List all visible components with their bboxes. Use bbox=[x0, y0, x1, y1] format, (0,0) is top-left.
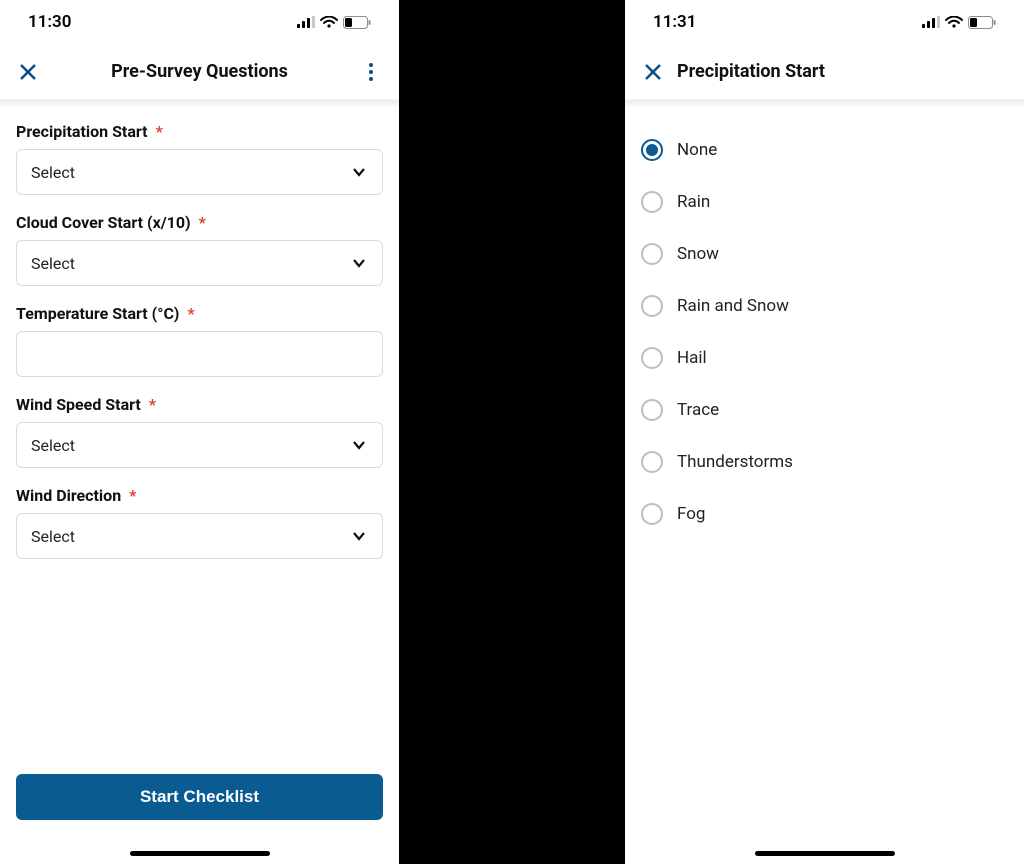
close-icon bbox=[19, 63, 37, 81]
wifi-icon bbox=[320, 16, 338, 28]
radio-icon bbox=[641, 503, 663, 525]
select-value: Select bbox=[31, 254, 75, 273]
radio-icon bbox=[641, 399, 663, 421]
chevron-down-icon bbox=[350, 436, 368, 454]
select-value: Select bbox=[31, 163, 75, 182]
option-label: Thunderstorms bbox=[677, 452, 793, 472]
battery-icon: 32 bbox=[343, 16, 371, 29]
page-title: Precipitation Start bbox=[677, 61, 825, 82]
chevron-down-icon bbox=[350, 254, 368, 272]
option-label: None bbox=[677, 140, 717, 160]
select-value: Select bbox=[31, 436, 75, 455]
precipitation-options-list: None Rain Snow Rain and Snow Hail Trace … bbox=[625, 108, 1024, 556]
option-label: Trace bbox=[677, 400, 719, 420]
option-trace[interactable]: Trace bbox=[641, 384, 1008, 436]
field-precipitation-start: Precipitation Start * Select bbox=[16, 122, 383, 195]
label-text: Wind Speed Start bbox=[16, 395, 141, 414]
radio-icon bbox=[641, 295, 663, 317]
cellular-icon bbox=[922, 16, 940, 28]
option-rain[interactable]: Rain bbox=[641, 176, 1008, 228]
svg-text:32: 32 bbox=[353, 18, 363, 27]
close-button[interactable] bbox=[14, 58, 42, 86]
field-label: Temperature Start (°C) * bbox=[16, 304, 383, 323]
status-time: 11:30 bbox=[28, 12, 71, 32]
option-fog[interactable]: Fog bbox=[641, 488, 1008, 540]
screen-header: Precipitation Start bbox=[625, 44, 1024, 100]
close-button[interactable] bbox=[639, 58, 667, 86]
option-rain-and-snow[interactable]: Rain and Snow bbox=[641, 280, 1008, 332]
field-wind-direction: Wind Direction * Select bbox=[16, 486, 383, 559]
radio-icon bbox=[641, 243, 663, 265]
form-area: Precipitation Start * Select Cloud Cover… bbox=[0, 108, 399, 864]
required-mark: * bbox=[156, 122, 163, 141]
overflow-menu-icon bbox=[369, 63, 373, 81]
label-text: Precipitation Start bbox=[16, 122, 148, 141]
field-label: Wind Speed Start * bbox=[16, 395, 383, 414]
start-checklist-button[interactable]: Start Checklist bbox=[16, 774, 383, 820]
radio-icon bbox=[641, 191, 663, 213]
option-thunderstorms[interactable]: Thunderstorms bbox=[641, 436, 1008, 488]
temperature-start-input[interactable] bbox=[16, 331, 383, 377]
option-label: Fog bbox=[677, 504, 705, 524]
cloud-cover-start-select[interactable]: Select bbox=[16, 240, 383, 286]
required-mark: * bbox=[149, 395, 156, 414]
field-temperature-start: Temperature Start (°C) * bbox=[16, 304, 383, 377]
screen-header: Pre-Survey Questions bbox=[0, 44, 399, 100]
home-indicator bbox=[130, 851, 270, 856]
select-value: Select bbox=[31, 527, 75, 546]
option-hail[interactable]: Hail bbox=[641, 332, 1008, 384]
chevron-down-icon bbox=[350, 163, 368, 181]
status-time: 11:31 bbox=[653, 12, 696, 32]
label-text: Cloud Cover Start (x/10) bbox=[16, 213, 191, 232]
label-text: Wind Direction bbox=[16, 486, 121, 505]
status-icons: 32 bbox=[297, 16, 371, 29]
close-icon bbox=[644, 63, 662, 81]
header-shadow bbox=[625, 100, 1024, 108]
option-snow[interactable]: Snow bbox=[641, 228, 1008, 280]
cellular-icon bbox=[297, 16, 315, 28]
required-mark: * bbox=[129, 486, 136, 505]
option-label: Snow bbox=[677, 244, 719, 264]
status-icons: 32 bbox=[922, 16, 996, 29]
required-mark: * bbox=[187, 304, 194, 323]
status-bar: 11:30 32 bbox=[0, 0, 399, 44]
field-label: Precipitation Start * bbox=[16, 122, 383, 141]
wind-direction-select[interactable]: Select bbox=[16, 513, 383, 559]
battery-icon: 32 bbox=[968, 16, 996, 29]
option-label: Rain bbox=[677, 192, 710, 212]
wifi-icon bbox=[945, 16, 963, 28]
required-mark: * bbox=[199, 213, 206, 232]
wind-speed-start-select[interactable]: Select bbox=[16, 422, 383, 468]
option-label: Hail bbox=[677, 348, 707, 368]
status-bar: 11:31 32 bbox=[625, 0, 1024, 44]
option-label: Rain and Snow bbox=[677, 296, 789, 316]
overflow-menu-button[interactable] bbox=[357, 58, 385, 86]
precipitation-start-select[interactable]: Select bbox=[16, 149, 383, 195]
radio-icon bbox=[641, 139, 663, 161]
label-text: Temperature Start (°C) bbox=[16, 304, 179, 323]
page-title: Pre-Survey Questions bbox=[42, 61, 357, 82]
field-label: Wind Direction * bbox=[16, 486, 383, 505]
radio-icon bbox=[641, 347, 663, 369]
chevron-down-icon bbox=[350, 527, 368, 545]
radio-icon bbox=[641, 451, 663, 473]
phone-left: 11:30 32 Pre-Survey Questions Precipitat… bbox=[0, 0, 399, 864]
option-none[interactable]: None bbox=[641, 124, 1008, 176]
svg-text:32: 32 bbox=[978, 18, 988, 27]
header-shadow bbox=[0, 100, 399, 108]
home-indicator bbox=[755, 851, 895, 856]
screenshot-divider bbox=[399, 0, 625, 864]
field-cloud-cover-start: Cloud Cover Start (x/10) * Select bbox=[16, 213, 383, 286]
field-wind-speed-start: Wind Speed Start * Select bbox=[16, 395, 383, 468]
phone-right: 11:31 32 Precipitation Start None Rain S… bbox=[625, 0, 1024, 864]
field-label: Cloud Cover Start (x/10) * bbox=[16, 213, 383, 232]
